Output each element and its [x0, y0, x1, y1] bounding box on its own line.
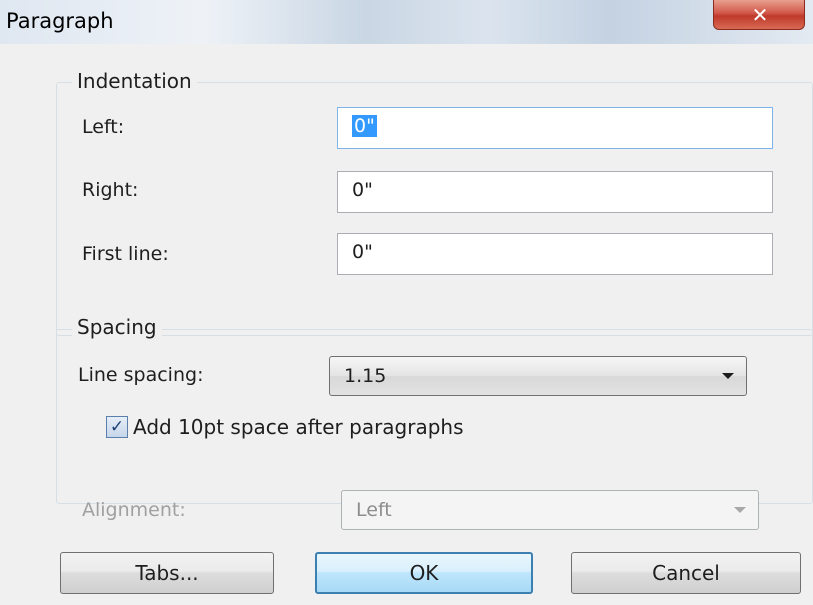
alignment-value: Left — [356, 499, 392, 521]
right-indent-label: Right: — [82, 179, 139, 201]
alignment-label: Alignment: — [82, 499, 186, 521]
paragraph-dialog: Paragraph ✕ Indentation Left: 0" Right: … — [0, 0, 813, 605]
line-spacing-dropdown[interactable]: 1.15 — [329, 356, 747, 396]
first-line-indent-label: First line: — [82, 243, 169, 265]
right-indent-input[interactable]: 0" — [337, 171, 773, 213]
first-line-indent-input[interactable]: 0" — [337, 233, 773, 275]
add-space-checkbox[interactable]: ✓ — [106, 416, 128, 438]
close-button[interactable]: ✕ — [713, 0, 805, 30]
alignment-dropdown[interactable]: Left — [341, 490, 759, 530]
left-indent-value: 0" — [352, 115, 377, 137]
chevron-down-icon — [734, 507, 746, 513]
ok-button[interactable]: OK — [315, 552, 533, 594]
spacing-legend: Spacing — [72, 315, 162, 339]
close-icon: ✕ — [751, 3, 769, 27]
tabs-button[interactable]: Tabs... — [60, 552, 274, 594]
checkmark-icon: ✓ — [109, 416, 125, 437]
line-spacing-label: Line spacing: — [78, 364, 204, 386]
window-title: Paragraph — [6, 9, 114, 33]
title-bar[interactable]: Paragraph ✕ — [0, 0, 813, 44]
add-space-label[interactable]: Add 10pt space after paragraphs — [133, 415, 464, 439]
line-spacing-value: 1.15 — [344, 365, 387, 387]
dialog-body: Indentation Left: 0" Right: 0" First lin… — [16, 44, 813, 605]
left-indent-input[interactable]: 0" — [337, 107, 773, 149]
cancel-button[interactable]: Cancel — [571, 552, 801, 594]
chevron-down-icon — [722, 373, 734, 379]
indentation-legend: Indentation — [72, 69, 197, 93]
left-indent-label: Left: — [82, 116, 125, 138]
